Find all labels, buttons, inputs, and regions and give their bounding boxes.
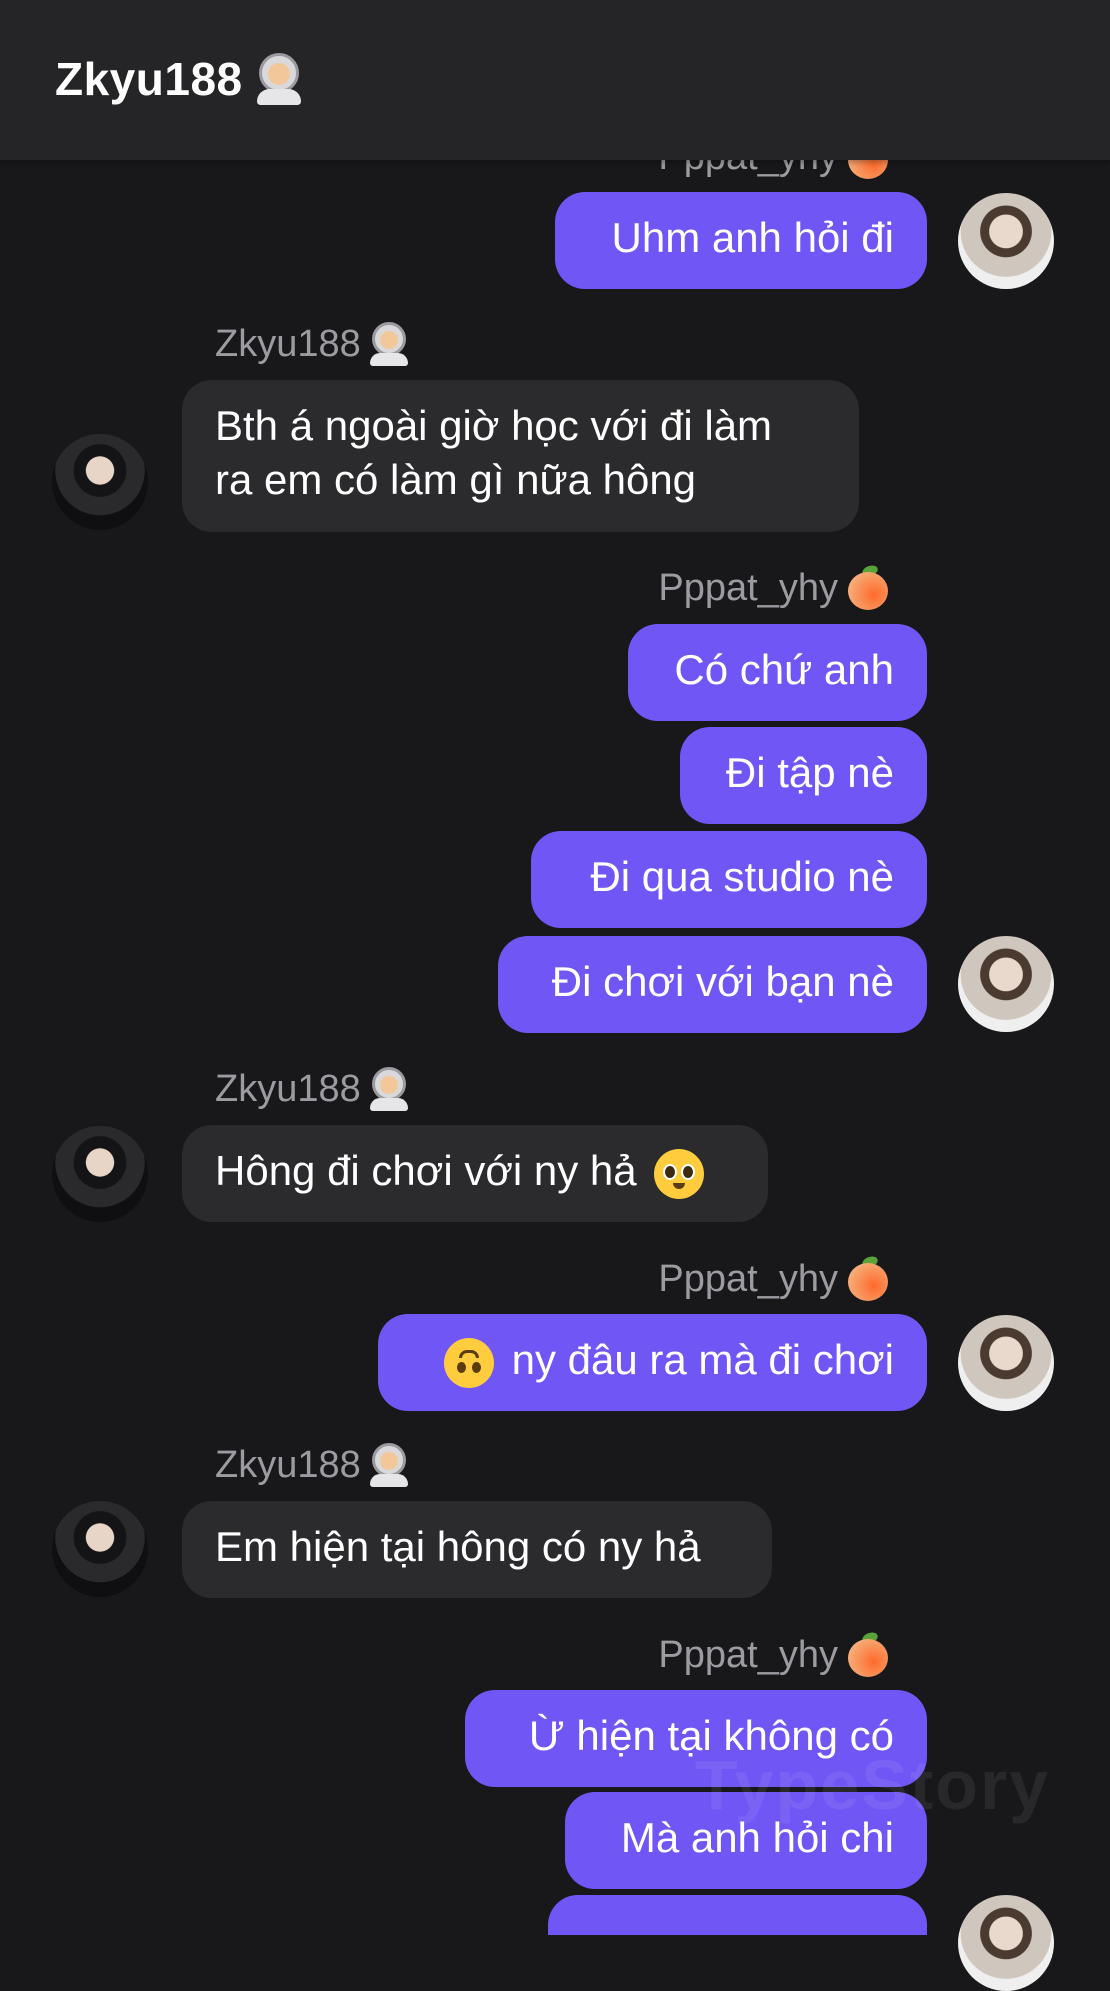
chat-header: Zkyu188 [0,0,1110,160]
message-text: Uhm anh hỏi đi [611,214,895,261]
sender-name-me: Pppat_yhy [658,1254,890,1301]
sender-name-me: Pppat_yhy [658,563,890,610]
sender-name-text: Pppat_yhy [658,1633,838,1676]
message-text: ny đâu ra mà đi chơi [511,1336,894,1383]
sender-name-text: Zkyu188 [215,322,361,365]
message-bubble-them[interactable]: Hông đi chơi với ny hả [182,1125,768,1222]
sender-name-text: Zkyu188 [215,1067,361,1110]
avatar-me[interactable] [958,1315,1054,1411]
message-text-line-1: Bth á ngoài giờ học với đi làm [215,402,773,449]
avatar-them[interactable] [52,1126,148,1222]
message-bubble-me[interactable]: Đi qua studio nè [531,831,927,928]
sender-name-text: Zkyu188 [215,1443,361,1486]
pleading-face-icon [654,1148,705,1199]
message-bubble-me-partial[interactable] [548,1895,927,1935]
peach-icon [846,1630,890,1677]
message-bubble-me[interactable]: Đi chơi với bạn nè [498,936,927,1033]
sender-name-text: Pppat_yhy [658,566,838,609]
astronaut-icon [369,1443,409,1487]
chat-title-text: Zkyu188 [55,53,243,105]
message-text-line-2: ra em có làm gì nữa hông [215,456,697,503]
sender-name-them: Zkyu188 [215,1443,409,1487]
avatar-them[interactable] [52,434,148,530]
avatar-them[interactable] [52,1501,148,1597]
sender-name-them: Zkyu188 [215,322,409,366]
astronaut-icon [369,1067,409,1111]
message-text: Có chứ anh [674,646,894,693]
peach-icon [846,1254,890,1301]
message-text: Đi qua studio nè [590,853,894,900]
message-bubble-me[interactable]: Có chứ anh [628,624,927,721]
message-bubble-them[interactable]: Em hiện tại hông có ny hả [182,1501,772,1598]
message-bubble-me[interactable]: Uhm anh hỏi đi [555,192,927,289]
avatar-me[interactable] [958,936,1054,1032]
message-bubble-me[interactable]: Đi tập nè [680,727,927,824]
sender-name-text: Pppat_yhy [658,1257,838,1300]
avatar-me[interactable] [958,193,1054,289]
chat-title[interactable]: Zkyu188 [55,52,303,106]
avatar-me[interactable] [958,1895,1054,1991]
sender-name-me: Pppat_yhy [658,1630,890,1677]
message-text: Em hiện tại hông có ny hả [215,1523,701,1570]
watermark: TypeStory [695,1746,1051,1824]
upside-down-face-icon [443,1337,494,1388]
message-text: Đi tập nè [725,749,894,796]
message-text: Hông đi chơi với ny hả [215,1147,637,1194]
peach-icon [846,563,890,610]
message-bubble-me[interactable]: ny đâu ra mà đi chơi [378,1314,927,1411]
sender-name-them: Zkyu188 [215,1067,409,1111]
message-text: Đi chơi với bạn nè [551,958,894,1005]
astronaut-icon [369,322,409,366]
message-bubble-them[interactable]: Bth á ngoài giờ học với đi làm ra em có … [182,380,859,532]
astronaut-icon [255,53,303,105]
